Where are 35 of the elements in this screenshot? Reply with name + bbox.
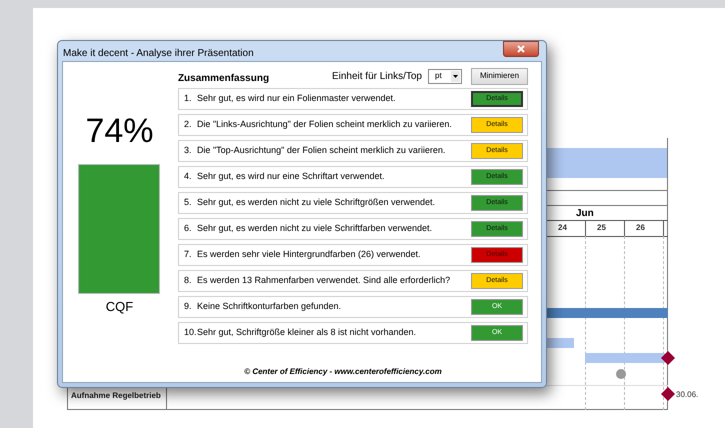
check-text: Es werden sehr viele Hintergrundfarben (26) verwendet. xyxy=(196,248,422,262)
section-title: Zusammenfassung xyxy=(178,72,270,86)
unit-dropdown[interactable]: pt xyxy=(428,68,462,84)
unit-value: pt xyxy=(435,70,442,82)
check-text: Sehr gut, Schriftgröße kleiner als 8 ist nicht vorhanden. xyxy=(196,326,418,340)
day-label: 25 xyxy=(597,222,606,234)
minimize-button[interactable]: Minimieren xyxy=(471,68,528,84)
check-text: Sehr gut, es werden nicht zu viele Schriftgrößen verwendet. xyxy=(196,196,436,210)
check-text: Die "Links-Ausrichtung" der Folien scheint merklich zu variieren. xyxy=(196,118,453,132)
check-text: Sehr gut, es wird nur eine Schriftart verwendet. xyxy=(196,170,386,184)
row-label: Aufnahme Regelbetrieb xyxy=(71,390,161,402)
day-label: 24 xyxy=(558,222,567,234)
check-number: 7. xyxy=(184,248,192,262)
check-text: Sehr gut, es werden nicht zu viele Schriftfarben verwendet. xyxy=(196,222,434,236)
check-number: 3. xyxy=(184,144,192,158)
check-number: 10. xyxy=(184,326,197,340)
check-number: 5. xyxy=(184,196,192,210)
check-number: 4. xyxy=(184,170,192,184)
check-text: Die "Top-Ausrichtung" der Folien scheint merklich zu variieren. xyxy=(196,144,446,158)
score-value: 74% xyxy=(85,114,154,148)
check-number: 8. xyxy=(184,274,192,288)
check-number: 2. xyxy=(184,118,192,132)
window-title: Make it decent - Analyse ihrer Präsentation xyxy=(62,47,254,61)
milestone-label: 30.06. xyxy=(676,389,698,401)
check-number: 1. xyxy=(184,92,192,106)
check-text: Sehr gut, es wird nur ein Folienmaster verwendet. xyxy=(196,92,397,106)
unit-label: Einheit für Links/Top xyxy=(332,70,422,84)
footer-text: © Center of Efficiency - www.centerofefficiency.com xyxy=(243,366,443,378)
check-text: Keine Schriftkonturfarben gefunden. xyxy=(196,300,342,314)
check-number: 9. xyxy=(184,300,192,314)
check-number: 6. xyxy=(184,222,192,236)
check-text: Es werden 13 Rahmenfarben verwendet. Sind alle erforderlich? xyxy=(196,274,452,288)
month-label: Jun xyxy=(576,207,594,221)
day-label: 26 xyxy=(636,222,645,234)
score-label: CQF xyxy=(106,298,134,316)
